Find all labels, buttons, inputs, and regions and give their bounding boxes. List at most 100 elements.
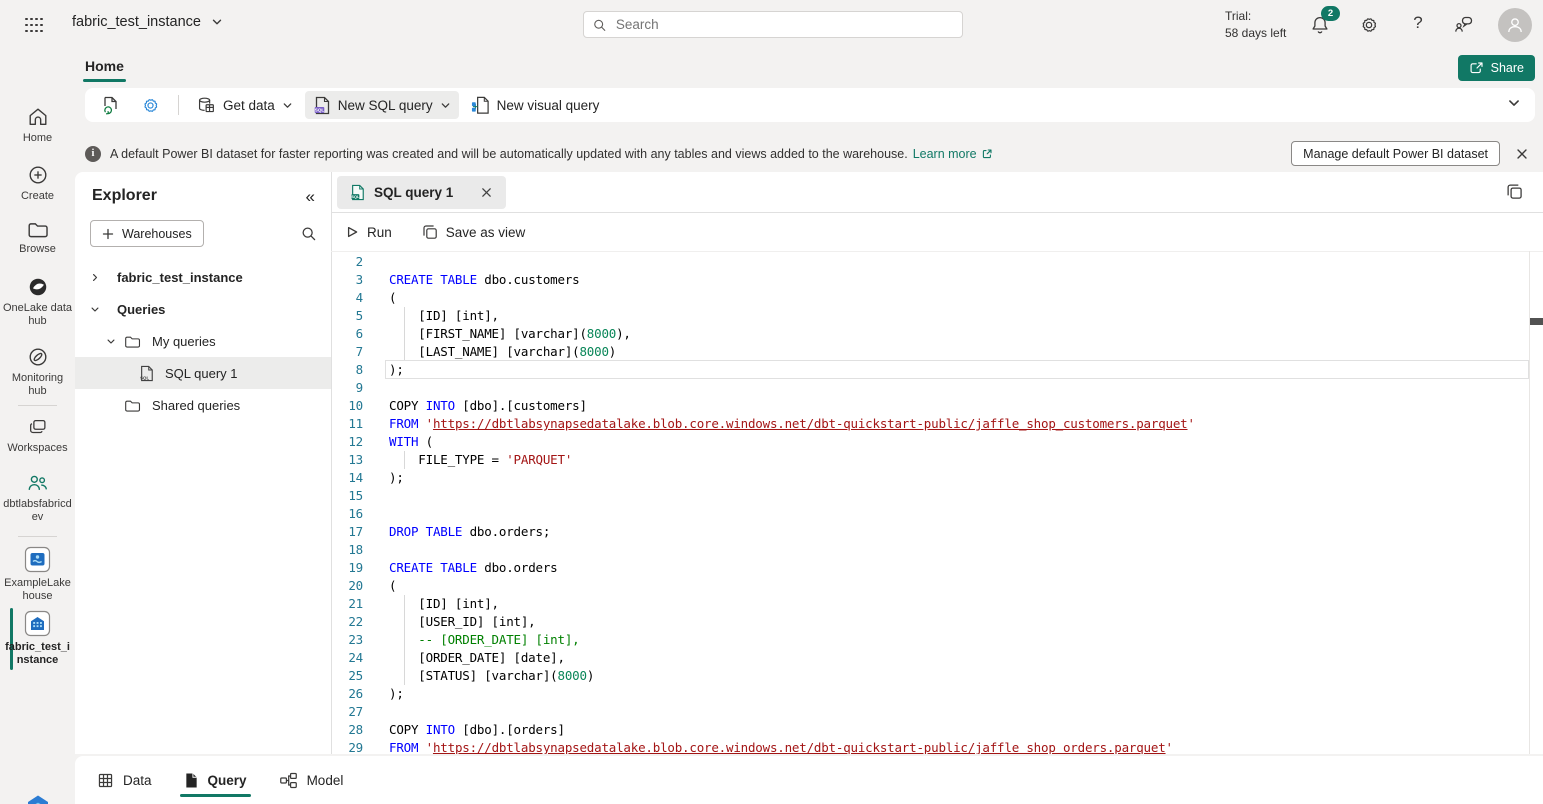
- code-line[interactable]: 18: [331, 541, 1529, 559]
- code-line[interactable]: 9: [331, 379, 1529, 397]
- code-line[interactable]: 10COPY INTO [dbo].[customers]: [331, 397, 1529, 415]
- banner-message: A default Power BI dataset for faster re…: [110, 147, 908, 161]
- feedback-button[interactable]: [1452, 13, 1476, 37]
- code-line[interactable]: 20(: [331, 577, 1529, 595]
- code-line[interactable]: 5 [ID] [int],: [331, 307, 1529, 325]
- code-line[interactable]: 7 [LAST_NAME] [varchar](8000): [331, 343, 1529, 361]
- editor-scrollbar-thumb[interactable]: [1530, 318, 1543, 325]
- tree-item-sql-query-1[interactable]: SQL SQL query 1: [75, 357, 331, 389]
- ribbon: Home Share Get data SQL New SQL query: [75, 50, 1543, 135]
- app-launcher-icon[interactable]: [24, 16, 44, 34]
- collapse-panel-icon[interactable]: «: [306, 188, 315, 205]
- code-line[interactable]: 16: [331, 505, 1529, 523]
- code-line[interactable]: 29FROM 'https://dbtlabsynapsedatalake.bl…: [331, 739, 1529, 754]
- nav-monitoring-hub[interactable]: Monitoring hub: [0, 346, 75, 398]
- help-button[interactable]: ?: [1406, 11, 1430, 35]
- close-icon: [1515, 147, 1529, 161]
- settings-warehouse-button[interactable]: [133, 91, 168, 119]
- code-line[interactable]: 15: [331, 487, 1529, 505]
- code-line[interactable]: 17DROP TABLE dbo.orders;: [331, 523, 1529, 541]
- warehouse-icon: [24, 610, 51, 637]
- tab-close-button[interactable]: [480, 186, 493, 199]
- nav-onelake-data-hub[interactable]: OneLake data hub: [0, 276, 75, 328]
- tab-sql-query-1[interactable]: SQL SQL query 1: [337, 176, 506, 209]
- notification-badge: 2: [1321, 6, 1340, 21]
- code-line[interactable]: 25 [STATUS] [varchar](8000): [331, 667, 1529, 685]
- content-area: Explorer « Warehouses fabric_test_instan…: [75, 172, 1543, 754]
- svg-text:SQL: SQL: [315, 107, 325, 112]
- nav-workspaces[interactable]: Workspaces: [0, 416, 75, 455]
- code-line[interactable]: 12WITH (: [331, 433, 1529, 451]
- tree-item-shared-queries[interactable]: Shared queries: [75, 389, 331, 421]
- workspaces-icon: [27, 416, 49, 438]
- query-editor: SQL SQL query 1 Run Save as view: [331, 172, 1543, 754]
- tab-list-button[interactable]: [1506, 183, 1523, 200]
- code-line[interactable]: 19CREATE TABLE dbo.orders: [331, 559, 1529, 577]
- code-line[interactable]: 23 -- [ORDER_DATE] [int],: [331, 631, 1529, 649]
- code-line[interactable]: 24 [ORDER_DATE] [date],: [331, 649, 1529, 667]
- manage-dataset-button[interactable]: Manage default Power BI dataset: [1291, 141, 1500, 166]
- nav-item-fabric-test-instance[interactable]: fabric_test_instance: [0, 610, 75, 667]
- tab-query[interactable]: Query: [180, 756, 251, 804]
- tab-model[interactable]: Model: [275, 756, 348, 804]
- search-icon[interactable]: [300, 225, 317, 242]
- get-data-button[interactable]: Get data: [189, 91, 301, 119]
- workspace-people-icon: [26, 472, 50, 494]
- tree-item-warehouse-root[interactable]: fabric_test_instance: [75, 261, 331, 293]
- chevron-down-icon: [211, 16, 223, 28]
- search-icon: [592, 17, 607, 33]
- code-line[interactable]: 27: [331, 703, 1529, 721]
- nav-workspace-dbtlabsfabricdev[interactable]: dbtlabsfabricdev: [0, 472, 75, 524]
- ribbon-collapse-button[interactable]: [1507, 96, 1521, 110]
- model-diagram-icon: [279, 772, 298, 789]
- add-warehouses-button[interactable]: Warehouses: [90, 220, 204, 247]
- run-button[interactable]: Run: [345, 225, 392, 240]
- gear-icon: [141, 96, 160, 115]
- toolbar-divider: [178, 95, 179, 115]
- learn-more-link[interactable]: Learn more: [913, 147, 993, 161]
- code-line[interactable]: 22 [USER_ID] [int],: [331, 613, 1529, 631]
- code-line[interactable]: 14);: [331, 469, 1529, 487]
- code-line[interactable]: 8);: [331, 361, 1529, 379]
- feedback-icon: [1454, 15, 1474, 35]
- code-line[interactable]: 28COPY INTO [dbo].[orders]: [331, 721, 1529, 739]
- nav-browse[interactable]: Browse: [0, 220, 75, 256]
- code-lines[interactable]: 23CREATE TABLE dbo.customers4(5 [ID] [in…: [331, 251, 1529, 754]
- notifications-button[interactable]: 2: [1308, 13, 1332, 37]
- new-visual-query-button[interactable]: New visual query: [463, 91, 608, 119]
- plus-circle-icon: [27, 164, 49, 186]
- code-line[interactable]: 26);: [331, 685, 1529, 703]
- banner-close-button[interactable]: [1515, 147, 1529, 161]
- chevron-down-icon: [1507, 96, 1521, 110]
- gear-icon: [1359, 15, 1379, 35]
- tree-item-my-queries[interactable]: My queries: [75, 325, 331, 357]
- share-button[interactable]: Share: [1458, 55, 1535, 81]
- settings-button[interactable]: [1357, 13, 1381, 37]
- lakehouse-icon: [24, 546, 51, 573]
- code-line[interactable]: 3CREATE TABLE dbo.customers: [331, 271, 1529, 289]
- editor-scrollbar-track: [1529, 251, 1530, 754]
- nav-create[interactable]: Create: [0, 164, 75, 203]
- tree-item-queries[interactable]: Queries: [75, 293, 331, 325]
- nav-home[interactable]: Home: [0, 106, 75, 145]
- global-search[interactable]: [583, 11, 963, 38]
- nav-item-examplelakehouse[interactable]: ExampleLakehouse: [0, 546, 75, 603]
- query-document-icon: [184, 772, 199, 789]
- nav-data-warehouse[interactable]: Data Warehouse: [0, 794, 75, 804]
- tab-home[interactable]: Home: [83, 56, 126, 82]
- code-line[interactable]: 2: [331, 253, 1529, 271]
- svg-text:SQL: SQL: [351, 194, 360, 199]
- refresh-warehouse-button[interactable]: [93, 91, 129, 119]
- new-sql-query-button[interactable]: SQL New SQL query: [305, 91, 459, 119]
- tab-data[interactable]: Data: [93, 756, 156, 804]
- code-line[interactable]: 21 [ID] [int],: [331, 595, 1529, 613]
- code-line[interactable]: 11FROM 'https://dbtlabsynapsedatalake.bl…: [331, 415, 1529, 433]
- code-line[interactable]: 4(: [331, 289, 1529, 307]
- code-line[interactable]: 6 [FIRST_NAME] [varchar](8000),: [331, 325, 1529, 343]
- save-as-view-button[interactable]: Save as view: [422, 224, 526, 240]
- rail-divider: [18, 536, 57, 537]
- search-input[interactable]: [614, 16, 954, 33]
- workspace-switcher[interactable]: fabric_test_instance: [72, 14, 223, 30]
- code-line[interactable]: 13 FILE_TYPE = 'PARQUET': [331, 451, 1529, 469]
- account-avatar[interactable]: [1498, 8, 1532, 42]
